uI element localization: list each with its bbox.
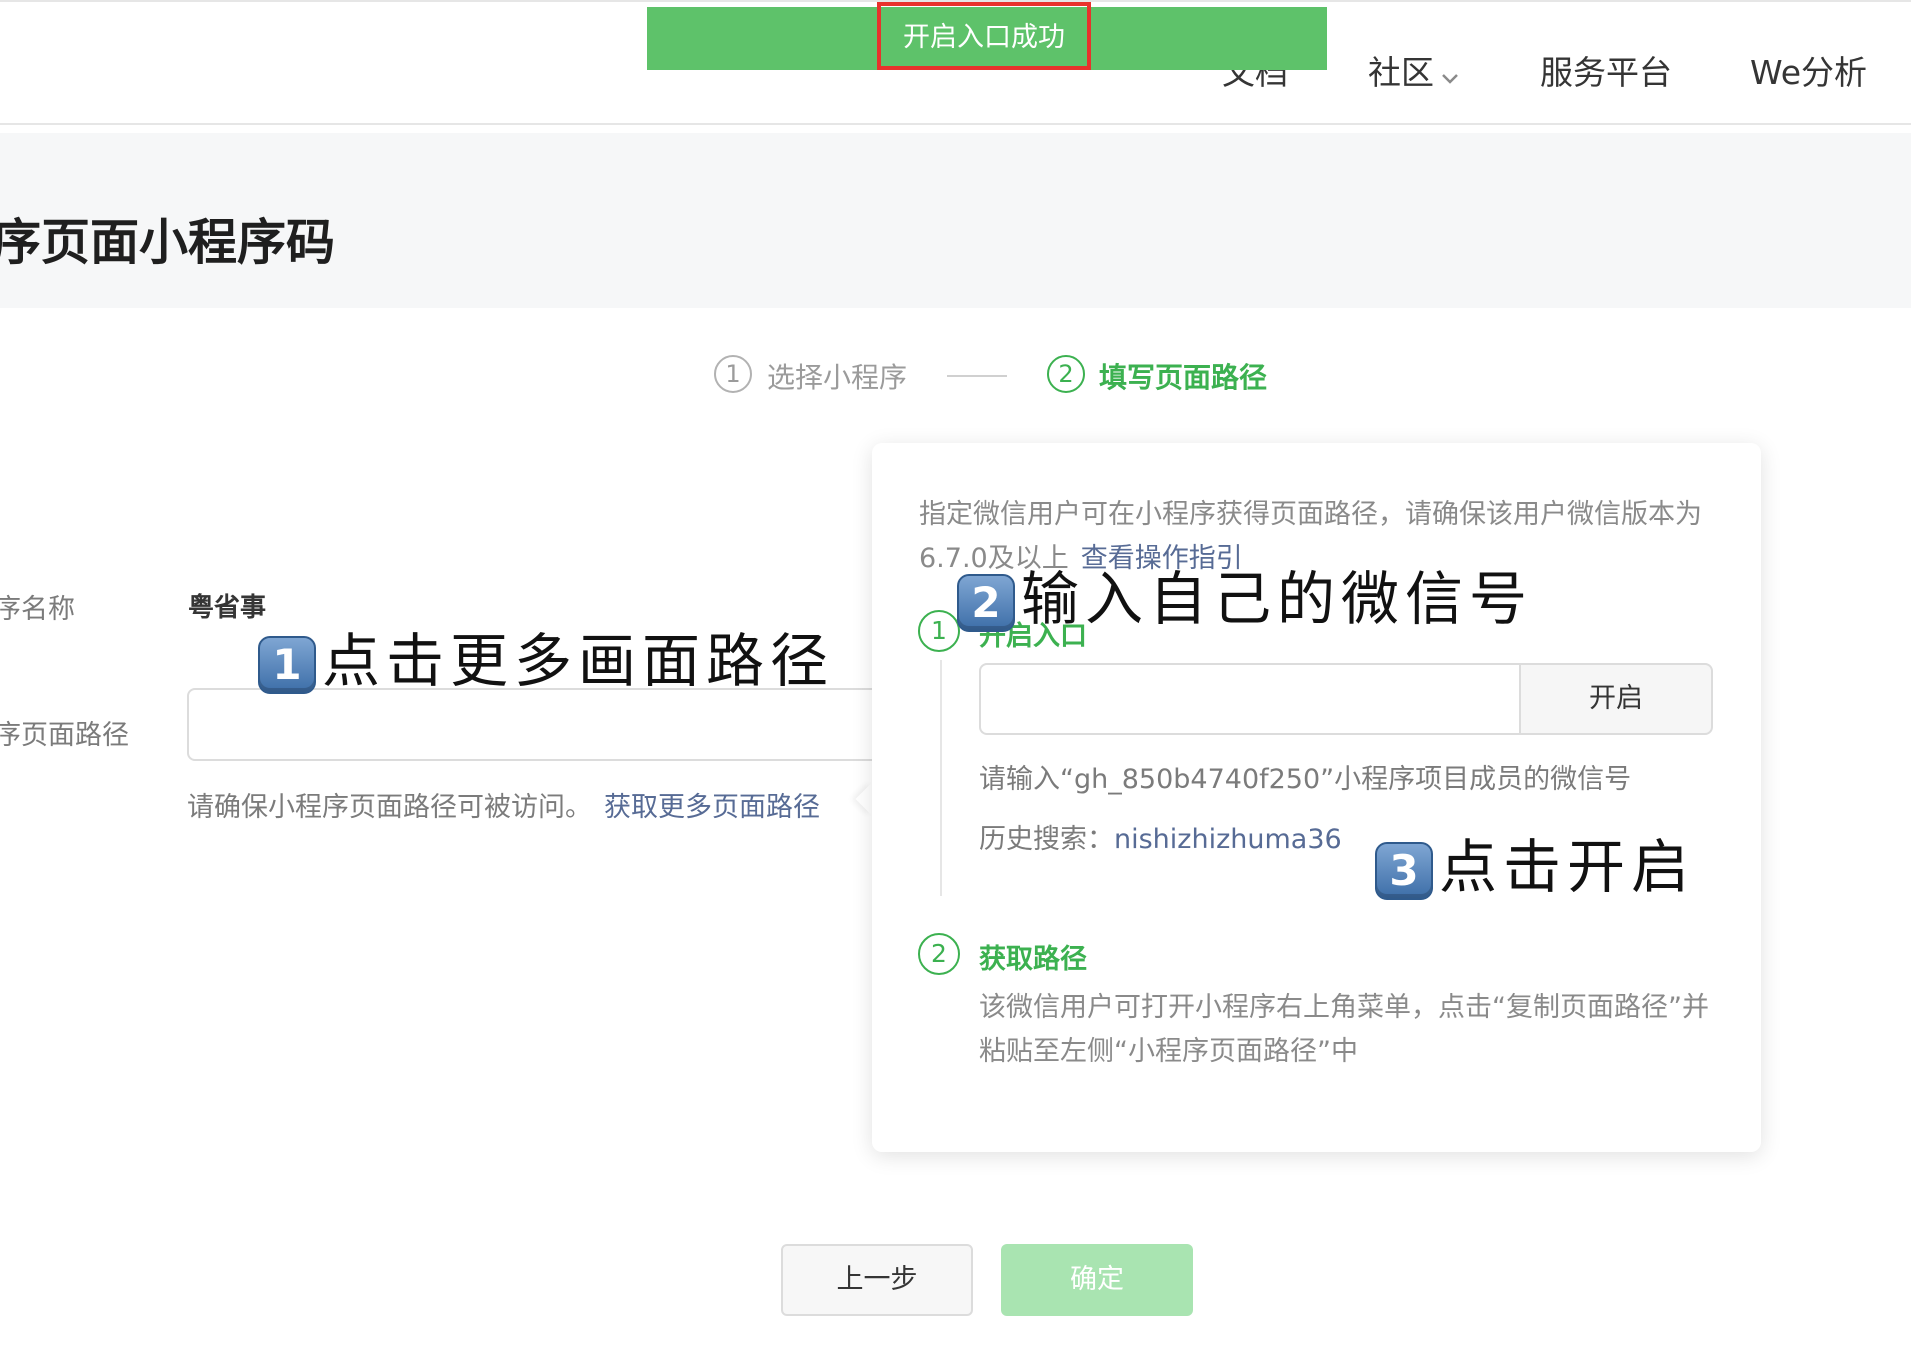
wechat-id-input[interactable] [979,663,1520,735]
search-history: 历史搜索：nishizhizhuma36 [979,817,1342,856]
nav-community-label: 社区 [1368,53,1434,92]
step-1-label: 选择小程序 [767,361,908,394]
page-path-label: 序页面路径 [0,720,129,751]
miniprogram-name-value: 粤省事 [188,593,267,623]
nav-community[interactable]: 社区 [1368,46,1460,94]
page-path-input[interactable] [187,688,887,761]
chevron-down-icon [1440,55,1460,94]
page-title: 序页面小程序码 [0,214,336,271]
annotation-2-text: 输入自己的微信号 [1021,565,1534,633]
popover-step-2-desc: 该微信用户可打开小程序右上角菜单，点击“复制页面路径”并粘贴至左侧“小程序页面路… [979,992,1709,1067]
history-label: 历史搜索： [979,824,1114,855]
confirm-button: 确定 [1001,1244,1193,1316]
popover-step-connector [940,660,942,896]
annotation-3: 3 点击开启 [1375,820,1695,904]
annotation-1: 1 点击更多画面路径 [258,614,834,698]
nav-we-analysis[interactable]: We分析 [1750,46,1867,94]
step-separator [947,375,1007,377]
step-2-label: 填写页面路径 [1099,361,1268,394]
step-2-number: 2 [1047,355,1085,393]
wechat-id-hint: 请输入“gh_850b4740f250”小程序项目成员的微信号 [979,764,1632,795]
step-1-number: 1 [714,355,752,393]
keycap-3-icon: 3 [1375,841,1433,900]
popover-step-2-number: 2 [918,933,960,975]
open-entry-button[interactable]: 开启 [1519,663,1713,735]
annotation-1-text: 点击更多画面路径 [322,627,835,695]
prev-step-button[interactable]: 上一步 [781,1244,973,1316]
popover-step-2-title: 获取路径 [979,944,1087,975]
page-path-hint: 请确保小程序页面路径可被访问。 获取更多页面路径 [187,785,820,824]
miniprogram-name-label: 序名称 [0,594,75,625]
toast-highlight-box [877,2,1091,70]
nav-service-platform[interactable]: 服务平台 [1540,46,1672,94]
keycap-2-icon: 2 [957,573,1015,632]
annotation-2: 2 输入自己的微信号 [957,552,1533,636]
get-more-paths-link[interactable]: 获取更多页面路径 [604,792,820,823]
history-item[interactable]: nishizhizhuma36 [1114,824,1342,855]
popover-step-1-number: 1 [918,610,960,652]
annotation-3-text: 点击开启 [1439,833,1696,901]
page-path-hint-text: 请确保小程序页面路径可被访问。 [187,792,592,823]
keycap-1-icon: 1 [258,635,316,694]
